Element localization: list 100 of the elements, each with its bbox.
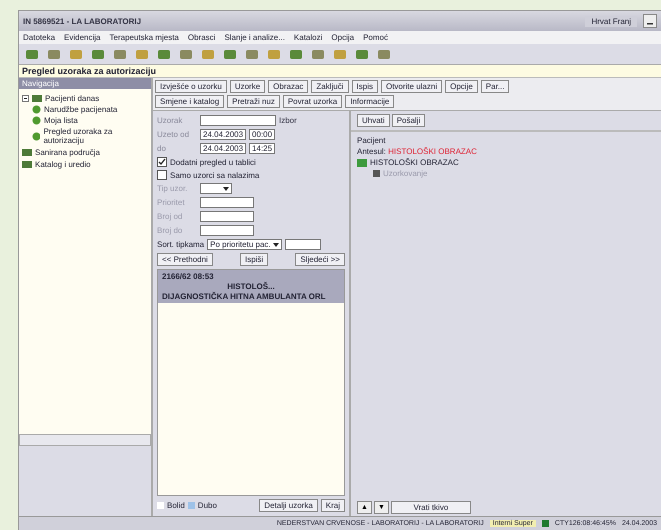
action-button[interactable]: Opcije <box>445 80 478 93</box>
action-button[interactable]: Informacije <box>345 95 394 108</box>
checkbox-label: Samo uzorci sa nalazima <box>170 170 260 180</box>
panel-title: Navigacija <box>19 78 151 89</box>
find-link[interactable]: Izbor <box>279 116 297 125</box>
menu-item[interactable]: Terapeutska mjesta <box>110 33 179 42</box>
legend-swatch <box>157 502 164 509</box>
toolbar-icon[interactable] <box>201 48 215 60</box>
result-item[interactable]: 2166/62 08:53 HISTOLOŠ... DIJAGNOSTIČKA HITNA AMBULANTA ORL <box>158 270 344 303</box>
menu-item[interactable]: Katalozi <box>294 33 322 42</box>
action-button[interactable]: Smjene i katalog <box>155 95 224 108</box>
menu-item[interactable]: Slanje i analize... <box>224 33 285 42</box>
minimize-button[interactable] <box>643 14 657 28</box>
action-button[interactable]: Otvorite ulazni <box>380 80 442 93</box>
toolbar-icon[interactable] <box>355 48 369 60</box>
action-button[interactable]: Pretraži nuz <box>227 95 280 108</box>
toolbar-icon[interactable] <box>47 48 61 60</box>
action-button[interactable]: Ispis <box>352 80 378 93</box>
input-field[interactable] <box>200 211 254 222</box>
field-label: Prioritet <box>157 198 186 207</box>
action-button[interactable]: Detalji uzorka <box>259 499 318 512</box>
sample-id: 2166/62 08:53 <box>162 272 215 281</box>
time-field[interactable]: 14:25 <box>249 143 276 154</box>
legend-swatch <box>188 502 195 509</box>
dropdown-arrow-icon <box>223 186 229 190</box>
action-button[interactable]: Povrat uzorka <box>282 95 342 108</box>
input-field[interactable] <box>200 197 254 208</box>
scroll-bar[interactable] <box>19 434 151 446</box>
nav-button[interactable]: Sljedeći >> <box>295 253 345 266</box>
action-button[interactable]: Par... <box>480 80 510 93</box>
menu-item[interactable]: Obrasci <box>188 33 216 42</box>
checkbox[interactable] <box>157 170 167 180</box>
field-label: Broj do <box>157 226 184 235</box>
toolbar-icon[interactable] <box>377 48 391 60</box>
action-button[interactable]: Obrazac <box>268 80 308 93</box>
nav-button[interactable]: << Prethodni <box>157 253 213 266</box>
form-label: Antesul: <box>357 147 386 156</box>
toolbar-icon[interactable] <box>135 48 149 60</box>
legend-label: Dubo <box>198 501 217 510</box>
user-name: Hrvat Franj <box>585 16 637 26</box>
tree-item[interactable]: Katalog i uredio <box>22 158 148 170</box>
patient-label: Pacijent <box>357 136 386 145</box>
action-button[interactable]: Zaključi <box>311 80 349 93</box>
tree-label: Narudžbe pacijenata <box>44 105 118 114</box>
tree-label: Moja lista <box>44 116 78 125</box>
tree-label: Pacijenti danas <box>45 94 100 102</box>
field-label: Tip uzor. <box>157 184 188 193</box>
sample-type: HISTOLOŠ... <box>226 282 276 291</box>
toolbar-icon[interactable] <box>311 48 325 60</box>
collapse-icon[interactable] <box>22 94 29 102</box>
department: DIJAGNOSTIČKA HITNA AMBULANTA ORL <box>162 292 327 301</box>
field-label: Uzorak <box>157 116 184 125</box>
tree-item[interactable]: Pacijenti danas <box>22 92 148 104</box>
toolbar-icon[interactable] <box>157 48 171 60</box>
action-button[interactable]: Kraj <box>320 499 345 512</box>
checkbox-label: Dodatni pregled u tablici <box>170 158 256 166</box>
action-button[interactable]: Uzorke <box>230 80 266 93</box>
menu-item[interactable]: Opcija <box>331 33 354 42</box>
toolbar-icon[interactable] <box>333 48 347 60</box>
time-field[interactable]: 00:00 <box>249 129 276 140</box>
toolbar-icon[interactable] <box>25 48 39 60</box>
tree-item[interactable]: Moja lista <box>22 115 148 126</box>
input-field[interactable] <box>284 239 321 250</box>
folder-icon <box>32 93 42 103</box>
folder-icon <box>357 158 367 166</box>
toolbar-icon[interactable] <box>179 48 193 60</box>
tree-label: Pregled uzoraka za autorizaciju <box>43 127 114 145</box>
checkbox[interactable] <box>157 157 167 167</box>
tree-item[interactable]: Sanirana područja <box>22 146 148 158</box>
toolbar-icon[interactable] <box>289 48 303 60</box>
toolbar-icon[interactable] <box>91 48 105 60</box>
tree-label: Uzorkovanje <box>383 169 428 178</box>
menu-item[interactable]: Evidencija <box>64 33 100 42</box>
action-button[interactable]: Izvješće o uzorku <box>155 80 227 93</box>
form-value: HISTOLOŠKI OBRAZAC <box>388 147 477 156</box>
field-label: Broj od <box>157 212 184 221</box>
toolbar-icon[interactable] <box>69 48 83 60</box>
window-title: IN 5869521 - LA LABORATORIJ <box>23 16 142 26</box>
toolbar-icon[interactable] <box>245 48 259 60</box>
action-button[interactable]: Uhvati <box>357 114 390 127</box>
action-button[interactable]: Pošalji <box>392 114 426 127</box>
section-header: Pregled uzoraka za autorizaciju <box>19 65 661 78</box>
tree-item[interactable]: HISTOLOŠKI OBRAZAC <box>357 158 655 167</box>
sample-field[interactable] <box>200 115 276 126</box>
dropdown[interactable] <box>200 183 232 194</box>
date-field[interactable]: 24.04.2003 <box>200 143 246 154</box>
field-label: Sort. tipkama <box>157 240 204 249</box>
nav-button[interactable]: Ispiši <box>240 253 268 266</box>
toolbar-icon[interactable] <box>267 48 281 60</box>
toolbar-icon[interactable] <box>113 48 127 60</box>
input-field[interactable] <box>200 225 254 236</box>
menu-item[interactable]: Datoteka <box>23 33 56 42</box>
tree-item[interactable]: Pregled uzoraka za autorizaciju <box>22 126 148 146</box>
date-field[interactable]: 24.04.2003 <box>200 129 246 140</box>
return-button[interactable]: Vrati tkivo <box>390 501 471 514</box>
sort-dropdown[interactable]: Po prioritetu pac. <box>207 239 282 250</box>
menu-item[interactable]: Pomoć <box>363 33 388 42</box>
tree-item[interactable]: Narudžbe pacijenata <box>22 104 148 115</box>
toolbar-icon[interactable] <box>223 48 237 60</box>
status-indicator <box>542 520 549 527</box>
